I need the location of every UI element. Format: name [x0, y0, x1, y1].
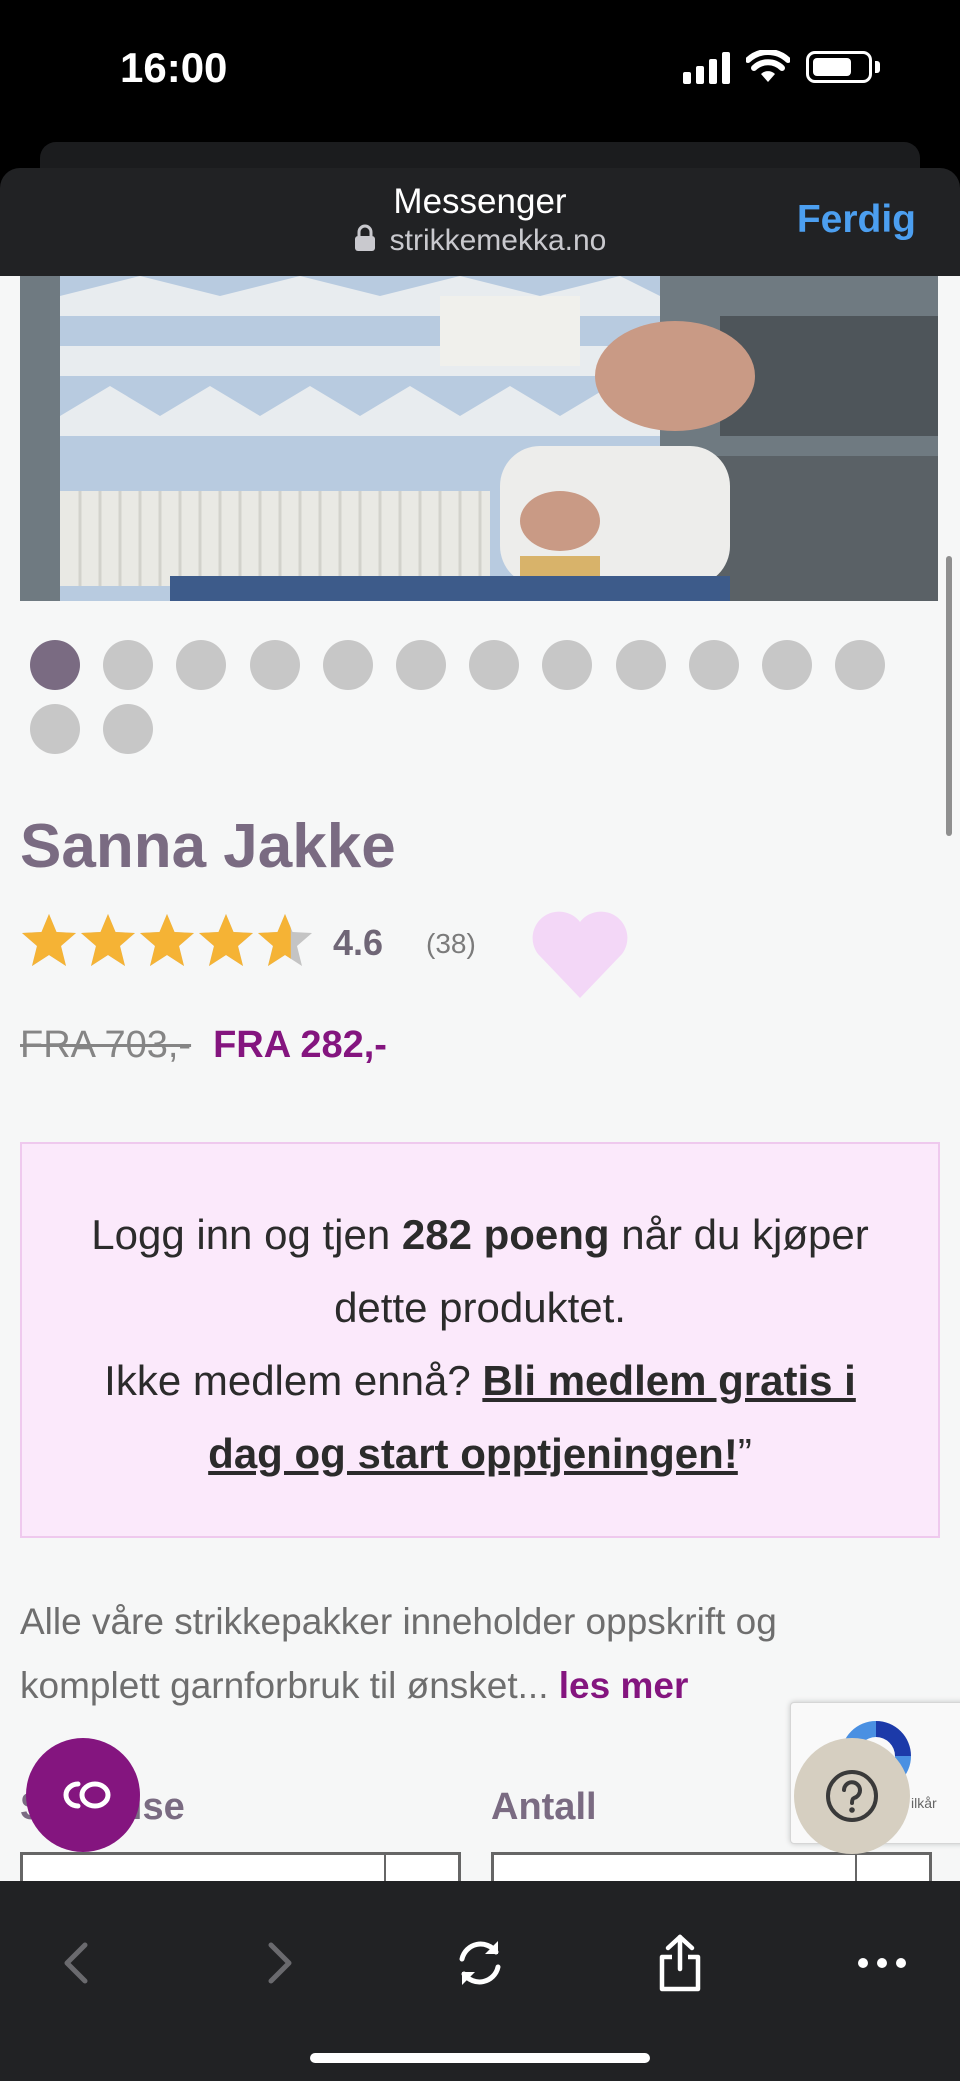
star-icon — [140, 914, 194, 966]
browser-toolbar — [0, 1881, 960, 2081]
home-indicator[interactable] — [310, 2053, 650, 2063]
promo-line2-prefix: Ikke medlem ennå? — [104, 1357, 483, 1404]
gallery-dot[interactable] — [835, 640, 886, 690]
sweater-photo — [20, 276, 938, 601]
back-button[interactable] — [46, 1933, 106, 1993]
price-row: FRA 703,- FRA 282,- — [20, 1024, 387, 1067]
web-page: Sanna Jakke 4.6 (38) FRA 703,- FRA 282,- … — [0, 276, 960, 1881]
star-icon — [22, 914, 76, 966]
gallery-dot[interactable] — [688, 640, 739, 690]
old-price: FRA 703,- — [20, 1024, 192, 1066]
gallery-dot[interactable] — [103, 704, 154, 754]
loyalty-logo-icon — [63, 1781, 111, 1809]
chevron-right-icon — [268, 1942, 292, 1984]
quantity-label: Antall — [491, 1786, 597, 1828]
gallery-dot[interactable] — [30, 640, 80, 690]
question-mark-icon — [826, 1770, 878, 1822]
product-description: Alle våre strikkepakker inneholder oppsk… — [20, 1590, 920, 1718]
wishlist-heart-icon[interactable] — [530, 908, 630, 1000]
product-image[interactable] — [20, 276, 938, 601]
gallery-dot[interactable] — [615, 640, 666, 690]
share-button[interactable] — [650, 1933, 710, 1993]
done-button[interactable]: Ferdig — [797, 198, 916, 242]
new-price: FRA 282,- — [213, 1024, 387, 1066]
url-text: strikkemekka.no — [389, 224, 607, 257]
recaptcha-terms[interactable]: ilkår — [911, 1795, 937, 1811]
quantity-select[interactable] — [491, 1852, 932, 1881]
promo-line1-prefix: Logg inn og tjen — [91, 1211, 402, 1258]
star-icon — [199, 914, 253, 966]
browser-header: Messenger strikkemekka.no Ferdig — [0, 168, 960, 276]
gallery-dot[interactable] — [30, 704, 80, 754]
rating-value: 4.6 — [333, 922, 384, 963]
star-icon — [81, 914, 135, 966]
read-more-link[interactable]: les mer — [559, 1665, 689, 1706]
gallery-dot[interactable] — [469, 640, 520, 690]
more-icon — [858, 1958, 906, 1968]
promo-points: 282 poeng — [401, 1211, 610, 1258]
forward-button[interactable] — [250, 1933, 310, 1993]
size-select[interactable] — [20, 1852, 461, 1881]
reload-button[interactable] — [450, 1933, 510, 1993]
wifi-icon — [746, 50, 790, 82]
reload-icon — [459, 1941, 501, 1985]
loyalty-promo-box: Logg inn og tjen 282 poeng når du kjøper… — [20, 1142, 940, 1538]
gallery-dot[interactable] — [396, 640, 446, 690]
share-icon — [659, 1934, 701, 1992]
promo-line2-suffix: ” — [737, 1430, 752, 1477]
gallery-dot[interactable] — [249, 640, 300, 690]
chevron-left-icon — [64, 1942, 88, 1984]
gallery-dot[interactable] — [322, 640, 373, 690]
status-time: 16:00 — [120, 44, 228, 91]
status-bar: 16:00 — [0, 0, 960, 145]
help-button[interactable] — [794, 1738, 910, 1854]
rating-count[interactable]: (38) — [426, 928, 476, 960]
gallery-dot[interactable] — [176, 640, 227, 690]
signal-icon — [683, 50, 730, 84]
lock-icon — [354, 224, 375, 251]
more-options-button[interactable] — [852, 1933, 912, 1993]
battery-icon — [806, 51, 872, 83]
gallery-dot[interactable] — [762, 640, 812, 690]
chat-button[interactable] — [26, 1738, 140, 1852]
gallery-dot[interactable] — [542, 640, 593, 690]
product-title: Sanna Jakke — [20, 812, 396, 881]
star-icon — [258, 914, 312, 966]
scrollbar[interactable] — [946, 556, 952, 836]
status-icons — [683, 50, 880, 84]
gallery-dot[interactable] — [103, 640, 154, 690]
